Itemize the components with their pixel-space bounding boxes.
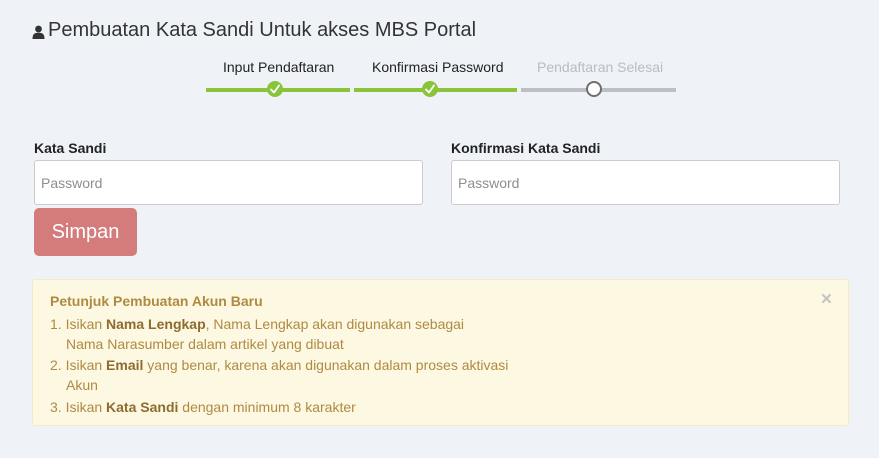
instruction-item-2-prefix: 2. Isikan [50,357,107,373]
step-dot-2 [422,81,438,97]
instructions-alert: × Petunjuk Pembuatan Akun Baru 1. Isikan… [32,279,849,426]
step-dot-3 [586,81,602,97]
instruction-item-2-bold: Email [106,357,144,373]
instruction-item-2-suffix: yang benar, karena akan digunakan dalam … [143,357,509,373]
step-label-input-pendaftaran: Input Pendaftaran [223,59,335,75]
confirm-password-label: Konfirmasi Kata Sandi [451,140,601,156]
instruction-item-2-cont: Akun [66,377,98,393]
step-label-pendaftaran-selesai: Pendaftaran Selesai [537,59,664,75]
password-input[interactable] [34,160,423,205]
instruction-item-3-suffix: dengan minimum 8 karakter [178,399,356,415]
user-icon [32,25,45,39]
confirm-password-input[interactable] [451,160,840,205]
instruction-item-2: 2. Isikan Email yang benar, karena akan … [50,357,508,373]
page-title-text: Pembuatan Kata Sandi Untuk akses MBS Por… [48,19,477,41]
instruction-item-1: 1. Isikan Nama Lengkap, Nama Lengkap aka… [50,316,464,332]
instruction-item-1-suffix: , Nama Lengkap akan digunakan sebagai [205,316,465,332]
instruction-item-1-bold: Nama Lengkap [106,316,206,332]
instruction-item-3-bold: Kata Sandi [106,399,179,415]
instruction-item-1-prefix: 1. Isikan [50,316,107,332]
save-button[interactable]: Simpan [34,208,137,256]
check-icon [425,84,435,94]
instruction-item-1-cont: Nama Narasumber dalam artikel yang dibua… [66,336,344,352]
instruction-item-3-prefix: 3. Isikan [50,399,107,415]
progress-steps: Input Pendaftaran Konfirmasi Password Pe… [206,58,676,100]
check-icon [270,84,280,94]
password-label: Kata Sandi [34,140,107,156]
page-title: Pembuatan Kata Sandi Untuk akses MBS Por… [32,19,476,42]
alert-title: Petunjuk Pembuatan Akun Baru [50,293,263,309]
step-label-konfirmasi-password: Konfirmasi Password [372,59,504,75]
instruction-item-3: 3. Isikan Kata Sandi dengan minimum 8 ka… [50,399,356,415]
step-dot-1 [267,81,283,97]
close-icon[interactable]: × [821,290,832,309]
